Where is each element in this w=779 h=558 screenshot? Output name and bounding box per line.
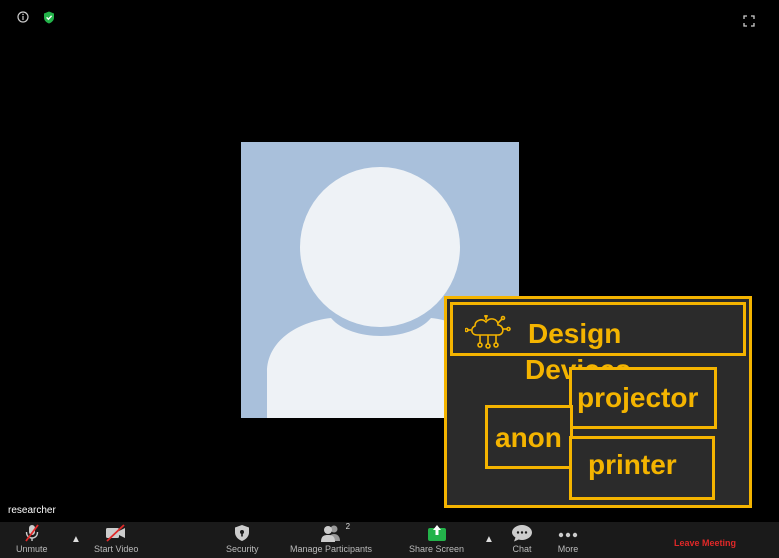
chat-button[interactable]: Chat	[511, 524, 533, 554]
shield-icon	[235, 525, 250, 541]
security-button[interactable]: Security	[226, 524, 259, 554]
start-video-button[interactable]: Start Video	[94, 524, 138, 554]
share-options-chevron-icon[interactable]: ▲	[484, 534, 494, 545]
share-screen-label: Share Screen	[409, 544, 465, 554]
unmute-label: Unmute	[16, 544, 48, 554]
cloud-network-icon	[464, 314, 511, 354]
audio-options-chevron-icon[interactable]: ▲	[71, 534, 81, 545]
card-title-line1: Design	[528, 318, 622, 349]
card-header: Design	[450, 302, 746, 356]
start-video-label: Start Video	[94, 544, 139, 554]
mic-off-icon	[25, 524, 39, 542]
chip-projector[interactable]: projector	[569, 367, 717, 429]
participants-count: 2	[345, 522, 351, 531]
meeting-info-bar	[16, 10, 56, 24]
video-off-icon	[106, 524, 126, 542]
chip-printer[interactable]: printer	[569, 436, 715, 500]
info-icon[interactable]	[16, 10, 30, 24]
participants-label: Manage Participants	[290, 544, 373, 554]
expand-icon[interactable]	[743, 14, 755, 27]
leave-meeting-button[interactable]: Leave Meeting	[674, 538, 736, 548]
more-label: More	[557, 544, 579, 554]
chip-anon[interactable]: anon	[485, 405, 573, 469]
security-label: Security	[226, 544, 259, 554]
unmute-button[interactable]: Unmute	[16, 524, 48, 554]
shield-check-icon[interactable]	[42, 10, 56, 24]
more-dots-icon	[558, 532, 578, 538]
chat-icon	[512, 525, 532, 542]
chat-label: Chat	[512, 544, 532, 554]
share-screen-icon	[427, 525, 446, 541]
participant-name-label: researcher	[8, 505, 56, 516]
share-screen-button[interactable]: Share Screen	[409, 524, 464, 554]
participants-button[interactable]: 2 Manage Participants	[290, 522, 373, 554]
participants-icon	[321, 525, 341, 542]
design-devices-card: Design Devices projector anon printer	[444, 296, 752, 508]
meeting-toolbar: Unmute ▲ Start Video Security 2 Manage P…	[0, 522, 779, 558]
more-button[interactable]: More	[557, 524, 579, 554]
